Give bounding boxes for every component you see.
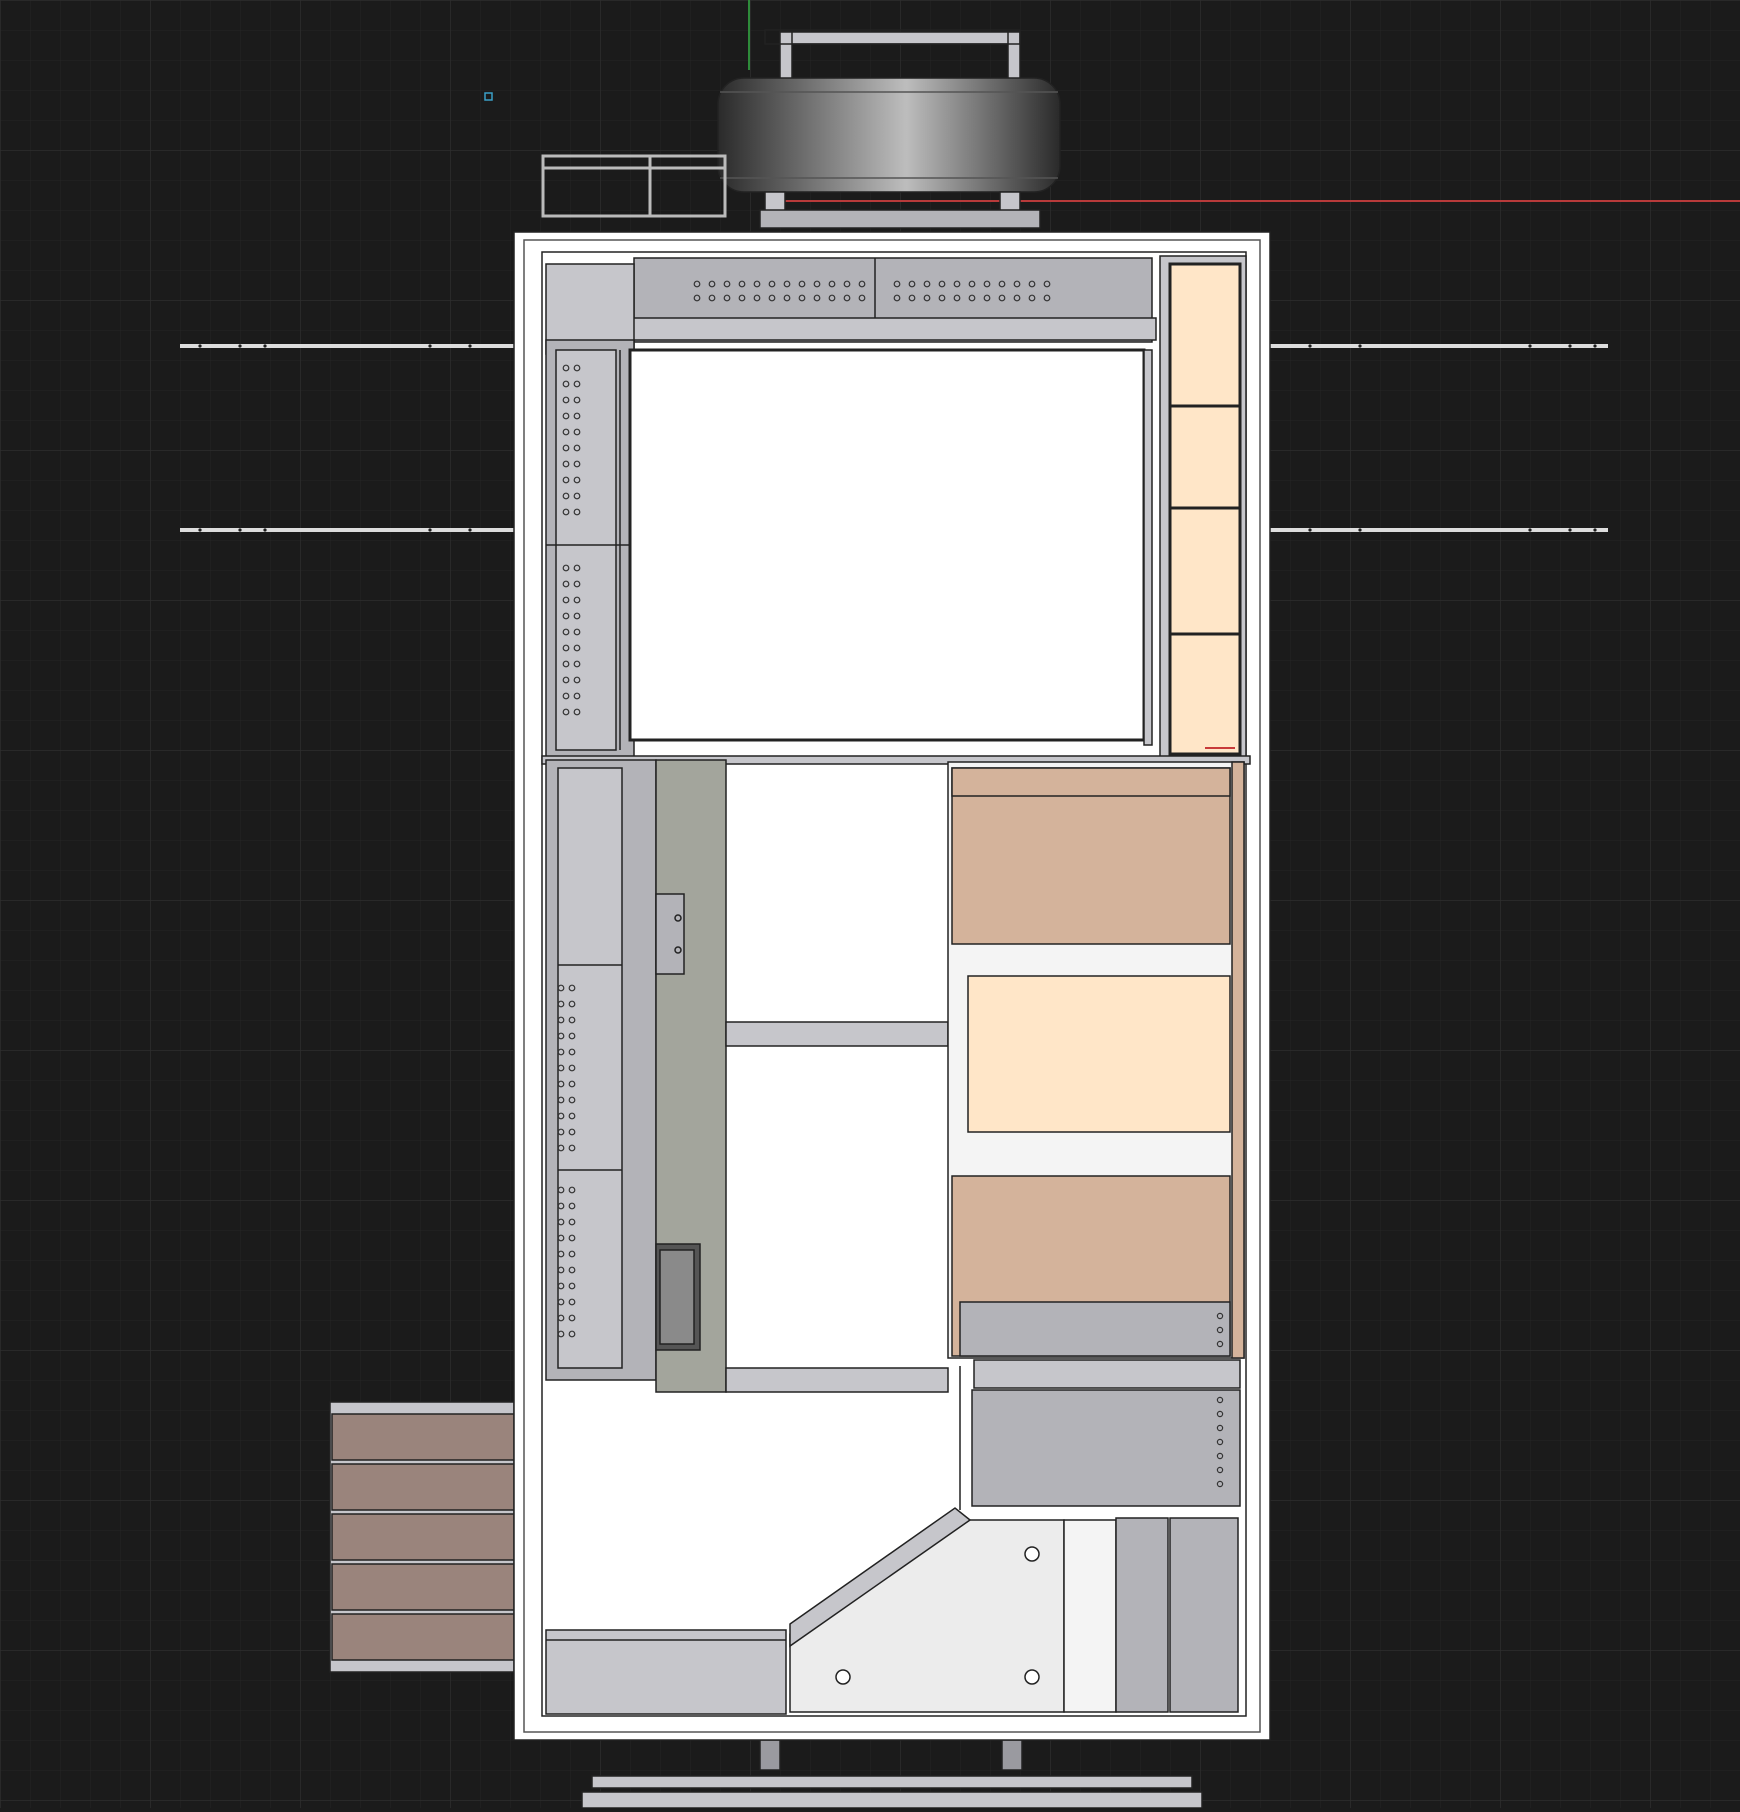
tire-carrier-frame	[779, 31, 1021, 45]
front-storage	[545, 257, 1157, 355]
bed	[628, 348, 1153, 746]
drawer-handle-icon	[655, 893, 685, 975]
entry-step	[329, 1401, 515, 1673]
step-slat	[331, 1513, 515, 1561]
step-slat	[331, 1413, 515, 1461]
rear-bench	[545, 1629, 787, 1715]
step-slat	[331, 1463, 515, 1511]
cushion	[1168, 404, 1242, 510]
rear-door-panel	[1169, 1517, 1239, 1713]
cushion	[1168, 632, 1242, 756]
left-wall-cabinet	[545, 339, 635, 761]
trailer-floor-plan	[0, 0, 1740, 1809]
cushion	[1168, 506, 1242, 636]
right-cushion-column	[1159, 255, 1247, 759]
mattress	[628, 348, 1146, 742]
cad-viewport[interactable]	[0, 0, 1740, 1809]
dinette-table	[967, 975, 1231, 1133]
rear-door-panel	[1115, 1517, 1169, 1713]
dinette	[947, 761, 1245, 1359]
step-slat	[331, 1613, 515, 1661]
rear-right-cabinet	[959, 1301, 1241, 1510]
cushion	[1168, 262, 1242, 408]
step-slat	[331, 1563, 515, 1611]
kitchen-counter	[545, 759, 727, 1393]
spare-tire	[717, 77, 1061, 193]
